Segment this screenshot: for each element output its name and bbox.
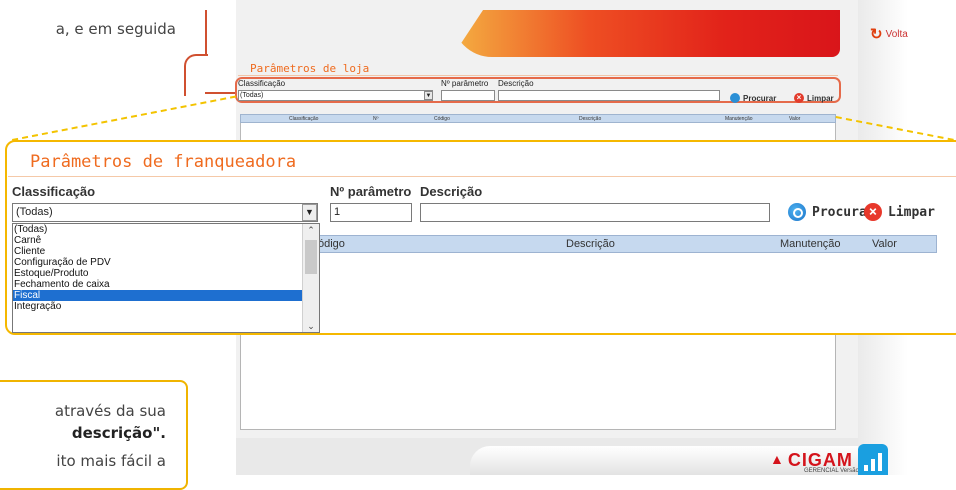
col-header-manutencao[interactable]: Manutenção [780, 238, 841, 250]
connector-line-vertical [205, 10, 207, 55]
clear-icon: × [794, 93, 804, 103]
store-parameters-title: Parâmetros de loja [250, 62, 370, 75]
connector-line-curve [184, 54, 208, 96]
results-list-area [240, 330, 836, 430]
connector-line-horizontal [205, 92, 235, 94]
nparametro-input[interactable]: 1 [330, 203, 412, 222]
header-banner [452, 10, 840, 57]
col-header[interactable]: Código [434, 116, 450, 122]
search-icon [730, 93, 740, 103]
document-text-top: a, e em seguida [55, 20, 176, 38]
col-header[interactable]: Nº [373, 116, 378, 122]
chevron-up-icon[interactable]: ⌃ [303, 224, 319, 236]
procurar-button-small[interactable]: Procurar [730, 93, 776, 103]
scrollbar-thumb[interactable] [305, 240, 317, 274]
col-header-codigo[interactable]: ódigo [318, 238, 345, 250]
dropdown-option[interactable]: Cliente [13, 246, 304, 257]
procurar-label-small: Procurar [743, 93, 777, 103]
col-header-descricao[interactable]: Descrição [566, 238, 615, 250]
nparametro-label-small: Nº parâmetro [441, 79, 489, 88]
procurar-button[interactable]: Procurar [788, 203, 875, 221]
cigam-logo-text: CIGAM [787, 450, 853, 470]
limpar-button-small[interactable]: × Limpar [794, 93, 834, 103]
nparametro-input-small[interactable] [441, 90, 495, 101]
voltar-button[interactable]: ↻ Volta [870, 25, 908, 43]
dropdown-scrollbar[interactable]: ⌃ ⌄ [302, 224, 319, 332]
classificacao-label: Classificação [12, 184, 96, 199]
table-body [305, 253, 937, 331]
dropdown-option[interactable]: Configuração de PDV [13, 257, 304, 268]
dropdown-option[interactable]: (Todas) [13, 224, 304, 235]
col-header[interactable]: Valor [789, 116, 800, 122]
back-power-icon: ↻ [870, 26, 883, 43]
zoom-guide-left [12, 95, 237, 141]
col-header[interactable]: Manutenção [725, 116, 753, 122]
col-header[interactable]: Classificação [289, 116, 318, 122]
dropdown-option[interactable]: Estoque/Produto [13, 268, 304, 279]
col-header-valor[interactable]: Valor [872, 238, 897, 250]
limpar-label: Limpar [888, 204, 935, 220]
limpar-button[interactable]: × Limpar [864, 203, 935, 221]
classificacao-select[interactable]: (Todas) [12, 203, 318, 222]
chevron-down-icon[interactable]: ▼ [424, 91, 433, 100]
search-icon [788, 203, 806, 221]
descricao-label-small: Descrição [498, 79, 534, 88]
zoom-title-divider [8, 176, 956, 177]
descricao-input-small[interactable] [498, 90, 720, 101]
dropdown-option[interactable]: Integração [13, 301, 304, 312]
tip-callout: através da sua descrição". ito mais fáci… [0, 380, 188, 490]
voltar-label: Volta [885, 28, 908, 40]
table-header-small: Classificação Nº Código Descrição Manute… [240, 114, 836, 123]
classificacao-dropdown-list[interactable]: (Todas) Carnê Cliente Configuração de PD… [12, 223, 320, 333]
title-divider [238, 75, 838, 76]
classificacao-label-small: Classificação [238, 79, 286, 88]
callout-text-line: ito mais fácil a [56, 452, 166, 470]
chevron-down-icon[interactable]: ⌄ [303, 320, 319, 332]
cigam-mark-icon: ▲ [770, 451, 784, 467]
dropdown-option[interactable]: Carnê [13, 235, 304, 246]
col-header[interactable]: Descrição [579, 116, 601, 122]
limpar-label-small: Limpar [807, 93, 834, 103]
bar-chart-logo-icon [858, 444, 888, 475]
dropdown-option-selected[interactable]: Fiscal [13, 290, 304, 301]
franchise-parameters-title: Parâmetros de franqueadora [30, 152, 297, 172]
callout-text-line: através da sua [54, 402, 166, 420]
cigam-logo: ▲ CIGAM [770, 450, 853, 470]
descricao-label: Descrição [420, 184, 483, 199]
dropdown-option[interactable]: Fechamento de caixa [13, 279, 304, 290]
descricao-input[interactable] [420, 203, 770, 222]
table-header: ódigo Descrição Manutenção Valor [305, 235, 937, 253]
callout-text-line: descrição". [71, 424, 166, 442]
clear-icon: × [864, 203, 882, 221]
chevron-down-icon[interactable]: ▼ [302, 204, 317, 221]
nparametro-label: Nº parâmetro [330, 184, 412, 199]
classificacao-select-small[interactable]: (Todas) [238, 90, 433, 101]
